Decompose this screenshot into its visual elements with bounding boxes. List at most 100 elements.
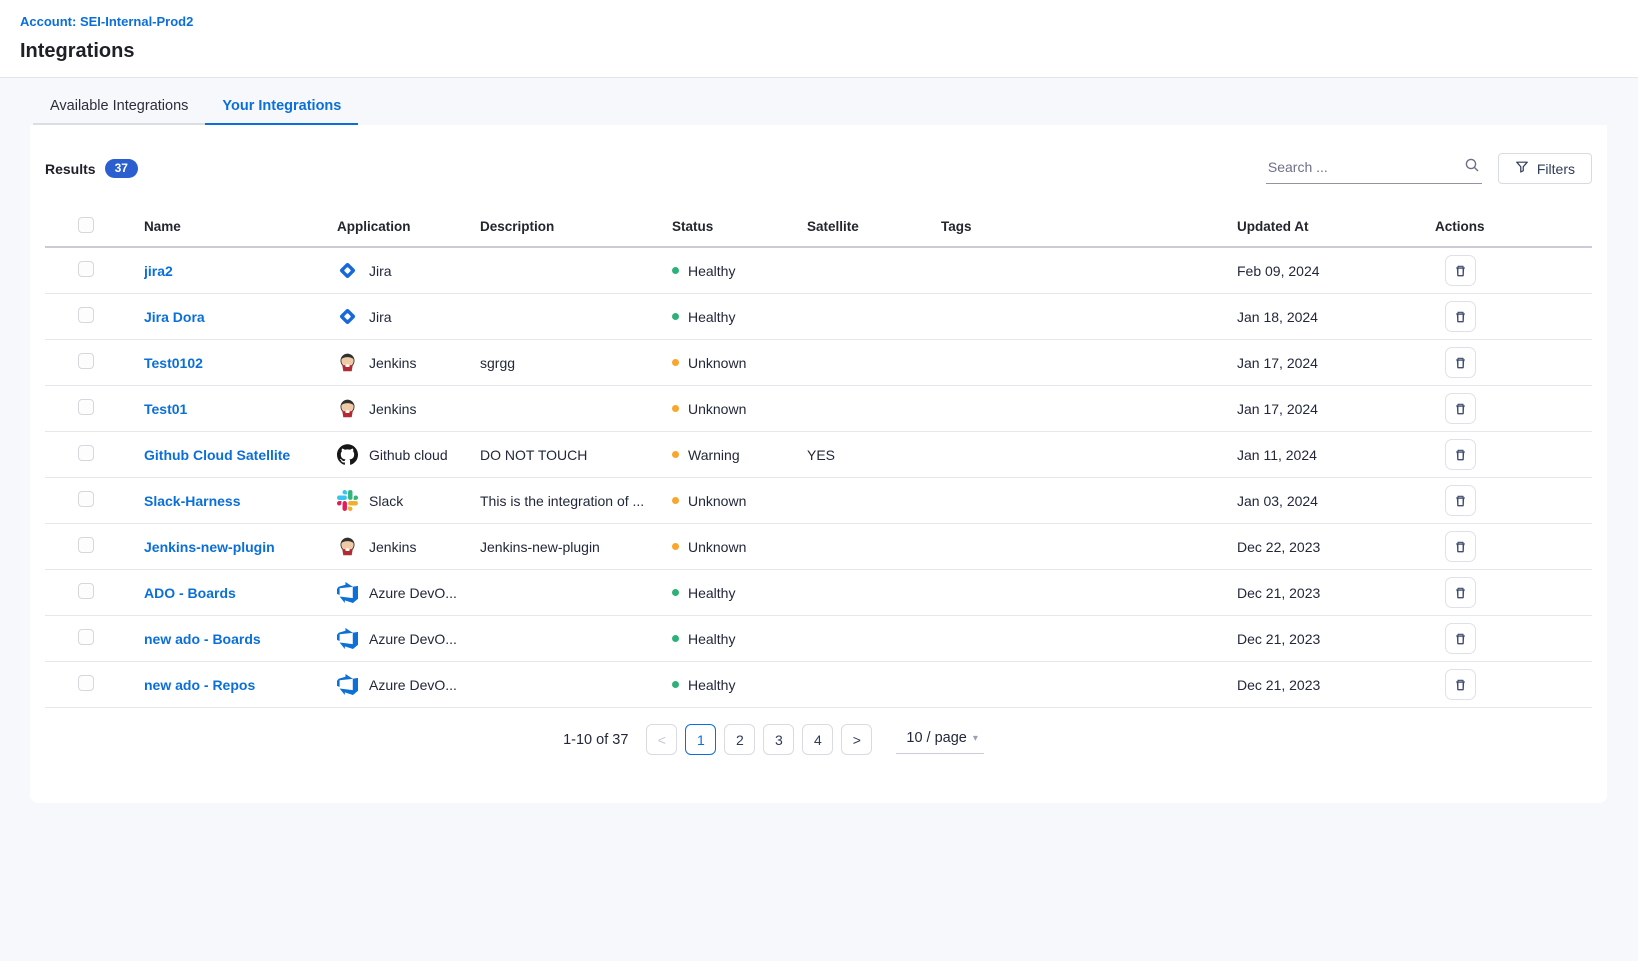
integration-name-link[interactable]: new ado - Boards: [144, 631, 261, 647]
table-row: Test0102 Jenkins sgrgg Unknown Jan 17, 2…: [45, 340, 1592, 386]
jenkins-icon: [337, 398, 358, 419]
delete-integration-button[interactable]: [1445, 577, 1476, 608]
delete-integration-button[interactable]: [1445, 255, 1476, 286]
pagination: 1-10 of 37 < 1234 > 10 / page ▾: [0, 724, 1562, 755]
updated-at-value: Dec 22, 2023: [1237, 539, 1435, 555]
column-header-actions: Actions: [1435, 219, 1592, 234]
integration-name-link[interactable]: jira2: [144, 263, 173, 279]
row-checkbox[interactable]: [78, 307, 94, 323]
column-header-status: Status: [672, 219, 807, 234]
table-row: jira2 Jira Healthy Feb 09, 2024: [45, 248, 1592, 294]
application-label: Jira: [369, 309, 392, 325]
integration-name-link[interactable]: Jira Dora: [144, 309, 205, 325]
delete-integration-button[interactable]: [1445, 531, 1476, 562]
github-icon: [337, 444, 358, 465]
updated-at-value: Jan 03, 2024: [1237, 493, 1435, 509]
status-dot-icon: [672, 267, 679, 274]
delete-integration-button[interactable]: [1445, 393, 1476, 424]
column-header-tags: Tags: [941, 219, 1237, 234]
table-body: jira2 Jira Healthy Feb 09, 2024 Jira Dor…: [45, 248, 1592, 708]
page-size-label: 10 / page: [906, 730, 966, 746]
table-row: Jenkins-new-plugin Jenkins Jenkins-new-p…: [45, 524, 1592, 570]
filter-funnel-icon: [1515, 160, 1529, 177]
status-dot-icon: [672, 497, 679, 504]
integration-name-link[interactable]: Jenkins-new-plugin: [144, 539, 275, 555]
trash-icon: [1453, 263, 1468, 279]
pagination-prev-button[interactable]: <: [646, 724, 677, 755]
tabs-row: Available Integrations Your Integrations: [0, 78, 1638, 125]
status-label: Unknown: [688, 493, 746, 509]
jenkins-icon: [337, 352, 358, 373]
azure-devops-icon: [337, 582, 358, 603]
integration-name-link[interactable]: Test01: [144, 401, 187, 417]
integration-name-link[interactable]: Slack-Harness: [144, 493, 241, 509]
pagination-page-button-4[interactable]: 4: [802, 724, 833, 755]
row-checkbox[interactable]: [78, 629, 94, 645]
delete-integration-button[interactable]: [1445, 347, 1476, 378]
pagination-page-button-3[interactable]: 3: [763, 724, 794, 755]
trash-icon: [1453, 309, 1468, 325]
tab-available-integrations[interactable]: Available Integrations: [33, 88, 205, 125]
select-all-checkbox[interactable]: [78, 217, 94, 233]
filters-button-label: Filters: [1537, 161, 1575, 177]
updated-at-value: Jan 17, 2024: [1237, 401, 1435, 417]
row-checkbox[interactable]: [78, 399, 94, 415]
row-checkbox[interactable]: [78, 537, 94, 553]
delete-integration-button[interactable]: [1445, 301, 1476, 332]
status-label: Unknown: [688, 539, 746, 555]
application-label: Github cloud: [369, 447, 448, 463]
row-checkbox[interactable]: [78, 261, 94, 277]
delete-integration-button[interactable]: [1445, 669, 1476, 700]
table-row: new ado - Repos Azure DevO... Healthy De…: [45, 662, 1592, 708]
table-row: Github Cloud Satellite Github cloud DO N…: [45, 432, 1592, 478]
delete-integration-button[interactable]: [1445, 485, 1476, 516]
status-label: Unknown: [688, 355, 746, 371]
status-dot-icon: [672, 589, 679, 596]
chevron-down-icon: ▾: [973, 733, 978, 744]
pagination-page-button-2[interactable]: 2: [724, 724, 755, 755]
application-label: Jira: [369, 263, 392, 279]
row-checkbox[interactable]: [78, 583, 94, 599]
integration-name-link[interactable]: Github Cloud Satellite: [144, 447, 290, 463]
page-header: Account: SEI-Internal-Prod2 Integrations: [0, 0, 1638, 78]
results-count-badge: 37: [105, 159, 138, 178]
integration-name-link[interactable]: Test0102: [144, 355, 203, 371]
column-header-updated-at: Updated At: [1237, 219, 1435, 234]
page-size-select[interactable]: 10 / page ▾: [896, 725, 984, 754]
application-label: Azure DevO...: [369, 677, 457, 693]
status-dot-icon: [672, 313, 679, 320]
table-header-row: Name Application Description Status Sate…: [45, 206, 1592, 248]
table-row: Slack-Harness Slack This is the integrat…: [45, 478, 1592, 524]
filters-button[interactable]: Filters: [1498, 153, 1592, 184]
trash-icon: [1453, 539, 1468, 555]
trash-icon: [1453, 355, 1468, 371]
results-label: Results: [45, 161, 96, 177]
delete-integration-button[interactable]: [1445, 439, 1476, 470]
row-checkbox[interactable]: [78, 491, 94, 507]
trash-icon: [1453, 677, 1468, 693]
pagination-next-button[interactable]: >: [841, 724, 872, 755]
slack-icon: [337, 490, 358, 511]
search-input[interactable]: [1268, 159, 1464, 175]
status-label: Unknown: [688, 401, 746, 417]
row-checkbox[interactable]: [78, 675, 94, 691]
jira-icon: [337, 306, 358, 327]
status-label: Healthy: [688, 263, 735, 279]
pagination-range-label: 1-10 of 37: [563, 732, 628, 748]
column-header-description: Description: [480, 219, 672, 234]
delete-integration-button[interactable]: [1445, 623, 1476, 654]
table-row: ADO - Boards Azure DevO... Healthy Dec 2…: [45, 570, 1592, 616]
column-header-satellite: Satellite: [807, 219, 941, 234]
tab-your-integrations[interactable]: Your Integrations: [205, 88, 358, 125]
column-header-name: Name: [144, 219, 337, 234]
integration-name-link[interactable]: ADO - Boards: [144, 585, 236, 601]
status-dot-icon: [672, 405, 679, 412]
integration-name-link[interactable]: new ado - Repos: [144, 677, 255, 693]
account-breadcrumb-link[interactable]: Account: SEI-Internal-Prod2: [20, 14, 193, 29]
row-checkbox[interactable]: [78, 353, 94, 369]
updated-at-value: Feb 09, 2024: [1237, 263, 1435, 279]
pagination-page-button-1[interactable]: 1: [685, 724, 716, 755]
status-dot-icon: [672, 451, 679, 458]
row-checkbox[interactable]: [78, 445, 94, 461]
integrations-table: Name Application Description Status Sate…: [30, 206, 1607, 708]
